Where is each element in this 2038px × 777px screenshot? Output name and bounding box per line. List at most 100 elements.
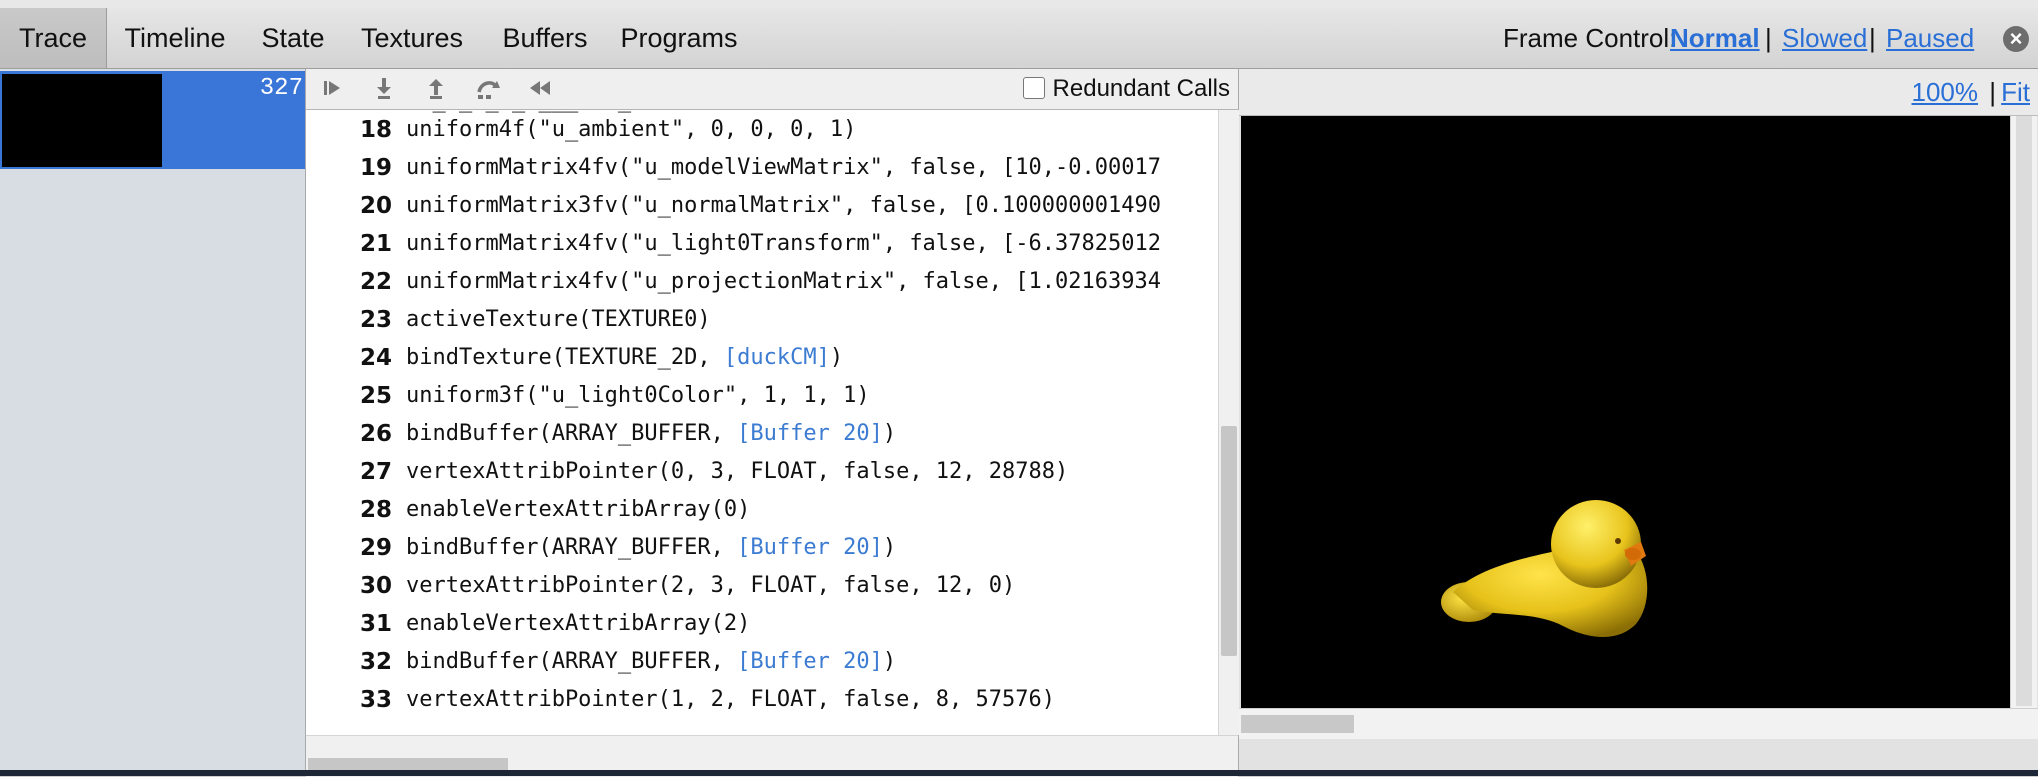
call-row[interactable]: 19 uniformMatrix4fv("u_modelViewMatrix", … [306,149,1218,187]
call-number: 18 [359,117,392,143]
step-forward-icon[interactable] [318,76,346,102]
call-row[interactable]: 26 bindBuffer(ARRAY_BUFFER, [Buffer 20]) [306,415,1218,453]
call-row[interactable]: 23 activeTexture(TEXTURE0) [306,301,1218,339]
call-row[interactable]: 27 vertexAttribPointer(0, 3, FLOAT, false… [306,453,1218,491]
resource-link[interactable]: [duckCM] [724,345,830,370]
call-row[interactable]: 33 vertexAttribPointer(1, 2, FLOAT, false… [306,681,1218,719]
call-text: uniformMatrix4fv("u_modelViewMatrix", fa… [406,149,1161,187]
call-number: 28 [359,497,392,523]
preview-canvas[interactable] [1241,116,2010,708]
call-number: 24 [359,345,392,371]
zoom-fit-link[interactable]: Fit [2001,77,2030,108]
call-row[interactable]: 21 uniformMatrix4fv("u_light0Transform", … [306,225,1218,263]
call-row[interactable]: 32 bindBuffer(ARRAY_BUFFER, [Buffer 20]) [306,643,1218,681]
call-number: 26 [359,421,392,447]
call-text: bindTexture(TEXTURE_2D, [duckCM]) [406,339,843,377]
call-segment: uniform4f("u_ambient", 0, 0, 0, 1) [406,117,857,142]
call-text: uniform4f("u_ambient", 0, 0, 0, 1) [406,111,856,149]
call-row[interactable]: 20 uniformMatrix3fv("u_normalMatrix", fal… [306,187,1218,225]
call-segment: vertexAttribPointer(2, 3, FLOAT, false, … [406,573,1016,598]
call-segment: uniformMatrix4fv("u_light0Transform", fa… [406,231,1161,256]
scrollbar-thumb[interactable] [1221,426,1237,656]
preview-horizontal-scrollbar[interactable] [1239,708,2038,739]
frame-item[interactable]: 327 [0,71,305,169]
step-over-icon[interactable] [474,76,502,102]
step-out-icon[interactable] [422,76,450,102]
call-row[interactable]: 30 vertexAttribPointer(2, 3, FLOAT, false… [306,567,1218,605]
rubber-duck-render [1441,500,1648,638]
frame-control-slowed-link[interactable]: Slowed [1782,8,1867,68]
call-row[interactable]: 18 uniform4f("u_ambient", 0, 0, 0, 1) [306,111,1218,149]
tab-timeline[interactable]: Timeline [108,8,242,68]
call-number: 19 [359,155,392,181]
step-into-icon[interactable] [370,76,398,102]
call-segment: bindBuffer(ARRAY_BUFFER, [406,535,738,560]
tab-state[interactable]: State [248,8,338,68]
call-text: uniform3f("u_light0Color", 1, 1, 1) [406,377,870,415]
call-text: vertexAttribPointer(2, 3, FLOAT, false, … [406,567,1015,605]
call-text: bindBuffer(ARRAY_BUFFER, [Buffer 20]) [406,529,896,567]
call-segment: vertexAttribPointer(1, 2, FLOAT, false, … [406,687,1056,712]
call-list-vertical-scrollbar[interactable] [1218,110,1239,735]
call-segment: enableVertexAttribArray(0) [406,497,751,522]
resource-link[interactable]: [Buffer 20] [737,649,883,674]
call-segment: bindTexture(TEXTURE_2D, [406,345,724,370]
call-segment: enableVertexAttribArray(2) [406,611,751,636]
call-row[interactable]: 22 uniformMatrix4fv("u_projectionMatrix",… [306,263,1218,301]
call-segment: ) [882,649,897,674]
call-number: 21 [359,231,392,257]
call-number: 32 [359,649,392,675]
frame-control-separator: | [1765,23,1772,53]
call-number: 22 [359,269,392,295]
call-segment: ) [882,535,897,560]
call-segment: ) [829,345,844,370]
call-segment: uniformMatrix4fv("u_projectionMatrix", f… [406,269,1161,294]
call-number: 25 [359,383,392,409]
call-segment: ) [882,421,897,446]
redundant-calls-label: Redundant Calls [1052,75,1230,102]
frame-control-label: Frame Control: [1503,23,1677,53]
rewind-icon[interactable] [526,76,554,102]
call-text: vertexAttribPointer(0, 3, FLOAT, false, … [406,453,1068,491]
frame-control-paused-link[interactable]: Paused [1886,8,1974,68]
call-row[interactable]: 29 bindBuffer(ARRAY_BUFFER, [Buffer 20]) [306,529,1218,567]
call-number: 20 [359,193,392,219]
call-text: enableVertexAttribArray(2) [406,605,750,643]
frame-thumbnail [2,74,162,167]
window-bottom-edge [0,770,2038,776]
redundant-calls-toggle[interactable]: Redundant Calls [1022,75,1230,103]
tab-buffers[interactable]: Buffers [486,8,604,68]
call-text: activeTexture(TEXTURE0) [406,301,711,339]
call-row[interactable]: 24 bindTexture(TEXTURE_2D, [duckCM]) [306,339,1218,377]
tab-programs[interactable]: Programs [614,8,744,68]
call-segment: vertexAttribPointer(0, 3, FLOAT, false, … [406,459,1069,484]
call-segment: bindBuffer(ARRAY_BUFFER, [406,649,738,674]
call-row[interactable]: 31 enableVertexAttribArray(2) [306,605,1218,643]
preview-vertical-scrollbar[interactable] [2010,116,2037,708]
call-segment: uniformMatrix4fv("u_modelViewMatrix", fa… [406,155,1161,180]
resource-link[interactable]: [Buffer 20] [737,535,883,560]
call-number: 30 [359,573,392,599]
scrollbar-thumb[interactable] [1241,715,1354,733]
call-text: vertexAttribPointer(1, 2, FLOAT, false, … [406,681,1055,719]
zoom-100-link[interactable]: 100% [1912,77,1979,108]
call-text: uniformMatrix3fv("u_normalMatrix", false… [406,187,1161,225]
call-text: bindBuffer(ARRAY_BUFFER, [Buffer 20]) [406,643,896,681]
redundant-calls-checkbox[interactable] [1022,77,1045,99]
call-row[interactable]: 28 enableVertexAttribArray(0) [306,491,1218,529]
call-segment: uniform3f("u_light0Color", 1, 1, 1) [406,383,870,408]
scrollbar-thumb[interactable] [2016,116,2032,706]
call-row[interactable]: 25 uniform3f("u_light0Color", 1, 1, 1) [306,377,1218,415]
frame-control-normal-link[interactable]: Normal [1670,8,1760,68]
preview-panel: 100% | Fit [1239,69,2038,776]
resource-link[interactable]: [Buffer 20] [737,421,883,446]
tab-trace[interactable]: Trace [0,8,107,68]
frame-number: 327 [259,75,303,102]
tab-textures[interactable]: Textures [348,8,476,68]
call-number: 29 [359,535,392,561]
tab-bar: Trace Timeline State Textures Buffers Pr… [0,8,2038,69]
frame-list: 327 [0,69,306,776]
close-icon[interactable]: × [2003,26,2029,52]
call-toolbar: Redundant Calls [306,69,1238,110]
frame-control: Frame Control: Normal | Slowed | Paused [1503,8,1974,68]
